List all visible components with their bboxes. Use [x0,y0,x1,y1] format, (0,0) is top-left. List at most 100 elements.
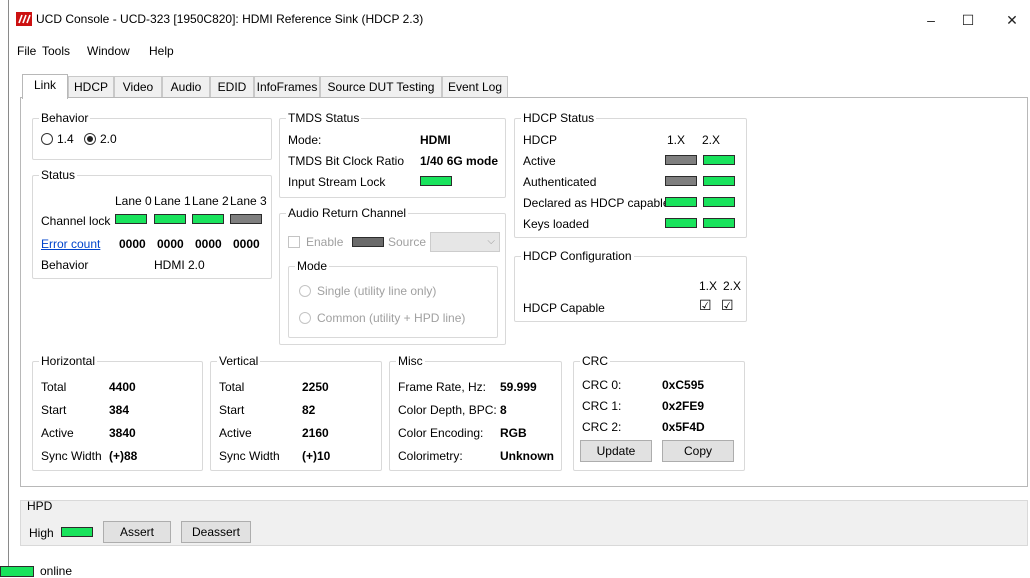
hdcp-2x-header: 2.X [702,133,721,147]
chevron-down-icon: ⌵ [487,236,495,247]
color-encoding-label: Color Encoding: [398,426,484,440]
arc-mode-single-radio[interactable] [299,285,311,297]
lane-1-header: Lane 1 [154,194,191,208]
menu-tools[interactable]: Tools [42,44,70,58]
lane-2-header: Lane 2 [192,194,229,208]
v-active-label: Active [219,426,252,440]
tab-strip: Link HDCP Video Audio EDID InfoFrames So… [22,74,562,99]
hdcp-active-2x-led [703,155,735,165]
crc-copy-button[interactable]: Copy [662,440,734,462]
color-depth-value: 8 [500,403,507,417]
lane-0-header: Lane 0 [115,194,152,208]
channel-lock-lane-1-led [154,214,186,224]
hdcp-keys-loaded-label: Keys loaded [523,217,590,231]
arc-enable-checkbox[interactable] [288,236,300,248]
h-start-label: Start [41,403,67,417]
arc-mode-common-label: Common (utility + HPD line) [317,311,466,325]
arc-mode-common-radio[interactable] [299,312,311,324]
behavior-status-value: HDMI 2.0 [154,258,205,272]
input-stream-lock-label: Input Stream Lock [288,175,386,189]
crc-update-button[interactable]: Update [580,440,652,462]
lane-3-header: Lane 3 [230,194,267,208]
hdcp-status-title: HDCP Status [521,111,597,125]
arc-mode-group: Mode Single (utility line only) Common (… [288,259,498,338]
status-title: Status [39,168,78,182]
error-count-lane-0: 0000 [119,237,146,251]
hpd-assert-button[interactable]: Assert [103,521,171,543]
crc-title: CRC [580,354,610,368]
tab-audio[interactable]: Audio [162,76,210,98]
colorimetry-label: Colorimetry: [398,449,463,463]
tab-event-log[interactable]: Event Log [442,76,508,98]
vertical-title: Vertical [217,354,261,368]
hdcp-keys-2x-led [703,218,735,228]
hdcp-capable-label: HDCP Capable [523,301,605,315]
arc-title: Audio Return Channel [286,206,409,220]
hdcp-declared-label: Declared as HDCP capable [523,196,670,210]
link-tab-panel: Behavior 1.4 2.0 Status Lane 0 Lane 1 La… [20,97,1028,487]
crc-1-label: CRC 1: [582,399,622,413]
v-active-value: 2160 [302,426,329,440]
online-led [0,566,34,577]
maximize-button[interactable]: ☐ [958,10,978,30]
arc-enable-led [352,237,384,247]
error-count-lane-3: 0000 [233,237,260,251]
channel-lock-label: Channel lock [41,214,111,228]
hpd-title: HPD [27,499,53,513]
h-active-label: Active [41,426,74,440]
hdcp-authenticated-1x-led [665,176,697,186]
tmds-status-group: TMDS Status Mode: HDMI TMDS Bit Clock Ra… [279,111,506,198]
behavior-radio-1-4[interactable] [41,133,53,145]
tab-infoframes[interactable]: InfoFrames [254,76,320,98]
tab-source-dut-testing[interactable]: Source DUT Testing [320,76,442,98]
channel-lock-lane-3-led [230,214,262,224]
tmds-ratio-value: 1/40 6G mode [420,154,499,168]
menu-file[interactable]: File [17,44,36,58]
arc-source-label: Source [388,235,427,249]
h-sync-width-label: Sync Width [41,449,102,463]
crc-0-label: CRC 0: [582,378,622,392]
color-depth-label: Color Depth, BPC: [398,403,497,417]
menu-window[interactable]: Window [87,44,130,58]
misc-group: Misc Frame Rate, Hz: 59.999 Color Depth,… [389,354,562,471]
behavior-radio-2-0[interactable] [84,133,96,145]
hdcp-authenticated-2x-led [703,176,735,186]
misc-title: Misc [396,354,425,368]
arc-group: Audio Return Channel Enable Source ⌵ Mod… [279,206,506,345]
hdcp-config-1x-header: 1.X [699,279,718,293]
hpd-deassert-button[interactable]: Deassert [181,521,251,543]
hdcp-capable-1x-checkbox[interactable]: ☑ [699,297,712,314]
horizontal-group: Horizontal Total 4400 Start 384 Active 3… [32,354,203,471]
tmds-mode-value: HDMI [420,133,451,147]
tab-link[interactable]: Link [22,74,68,99]
hdcp-declared-1x-led [665,197,697,207]
status-group: Status Lane 0 Lane 1 Lane 2 Lane 3 Chann… [32,168,272,279]
tmds-status-title: TMDS Status [286,111,362,125]
hpd-high-label: High [29,526,54,540]
input-stream-lock-led [420,176,452,186]
minimize-button[interactable]: – [921,10,941,30]
menu-help[interactable]: Help [149,44,174,58]
hdcp-capable-2x-checkbox[interactable]: ☑ [721,297,734,314]
tab-video[interactable]: Video [114,76,162,98]
frame-rate-label: Frame Rate, Hz: [398,380,487,394]
error-count-link[interactable]: Error count [41,237,100,251]
hdcp-status-group: HDCP Status HDCP 1.X 2.X Active Authenti… [514,111,747,238]
behavior-option-2-0-label: 2.0 [100,132,117,146]
hdcp-config-group: HDCP Configuration 1.X 2.X HDCP Capable … [514,249,747,322]
h-total-label: Total [41,380,67,394]
tab-edid[interactable]: EDID [210,76,254,98]
close-button[interactable]: ✕ [1002,10,1022,30]
hdcp-active-label: Active [523,154,556,168]
behavior-group: Behavior 1.4 2.0 [32,111,272,160]
arc-mode-title: Mode [295,259,330,273]
tab-hdcp[interactable]: HDCP [68,76,114,98]
v-start-label: Start [219,403,245,417]
hdcp-authenticated-label: Authenticated [523,175,597,189]
crc-0-value: 0xC595 [662,378,705,392]
crc-group: CRC CRC 0: 0xC595 CRC 1: 0x2FE9 CRC 2: 0… [573,354,745,471]
hdcp-keys-1x-led [665,218,697,228]
hdcp-header-label: HDCP [523,133,558,147]
status-bar: online [0,563,1030,578]
arc-source-select[interactable]: ⌵ [430,232,500,252]
